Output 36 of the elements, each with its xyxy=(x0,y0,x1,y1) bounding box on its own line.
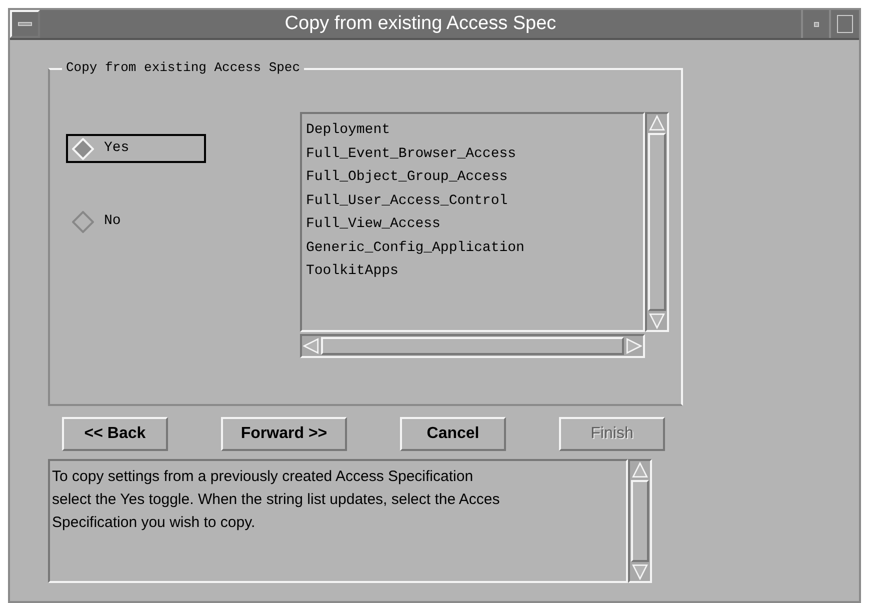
window-menu-button[interactable] xyxy=(10,10,40,38)
help-text-line: Specification you wish to copy. xyxy=(52,513,256,533)
scroll-thumb[interactable] xyxy=(648,133,666,311)
list-item[interactable]: Generic_Config_Application xyxy=(306,236,639,260)
list-item[interactable]: Full_Event_Browser_Access xyxy=(306,142,639,166)
scroll-up-icon[interactable] xyxy=(649,115,665,131)
scroll-thumb[interactable] xyxy=(321,337,624,355)
dialog-button[interactable]: Cancel xyxy=(400,417,506,451)
group-label: Copy from existing Access Spec xyxy=(62,60,304,76)
radio-option[interactable]: Yes xyxy=(66,134,206,163)
scroll-up-icon[interactable] xyxy=(632,462,648,478)
scroll-thumb[interactable] xyxy=(631,480,649,562)
scroll-right-icon[interactable] xyxy=(626,338,642,354)
list-item[interactable]: Deployment xyxy=(306,119,639,142)
vertical-scrollbar[interactable] xyxy=(628,459,652,583)
string-list[interactable]: Deployment Full_Event_Browser_Access Full_Object_Group_Access Full_User_Access_Control Full_View_Access Generic_Config_Application ToolkitApps xyxy=(300,112,645,332)
minus-icon xyxy=(18,22,32,26)
list-item[interactable]: Full_User_Access_Control xyxy=(306,190,639,213)
list-item[interactable]: Full_View_Access xyxy=(306,213,639,236)
dialog-button[interactable]: Forward >> xyxy=(221,417,347,451)
dialog-button[interactable]: << Back xyxy=(62,417,168,451)
vertical-scrollbar[interactable] xyxy=(645,112,669,332)
list-item[interactable]: ToolkitApps xyxy=(306,260,639,284)
list-item[interactable]: Full_Object_Group_Access xyxy=(306,166,639,190)
help-text-line: To copy settings from a previously created Access Specification xyxy=(52,467,474,487)
radio-diamond-icon xyxy=(72,138,94,160)
scroll-down-icon[interactable] xyxy=(632,564,648,580)
window-title: Copy from existing Access Spec xyxy=(284,12,558,36)
scroll-down-icon[interactable] xyxy=(649,313,665,329)
help-text-line: select the Yes toggle. When the string list updates, select the Acces xyxy=(52,490,500,510)
square-icon xyxy=(837,15,853,33)
small-square-icon xyxy=(814,22,818,26)
horizontal-scrollbar[interactable] xyxy=(300,334,645,358)
scroll-left-icon[interactable] xyxy=(303,338,319,354)
radio-option[interactable]: No xyxy=(66,207,206,236)
radio-diamond-icon xyxy=(72,210,94,232)
